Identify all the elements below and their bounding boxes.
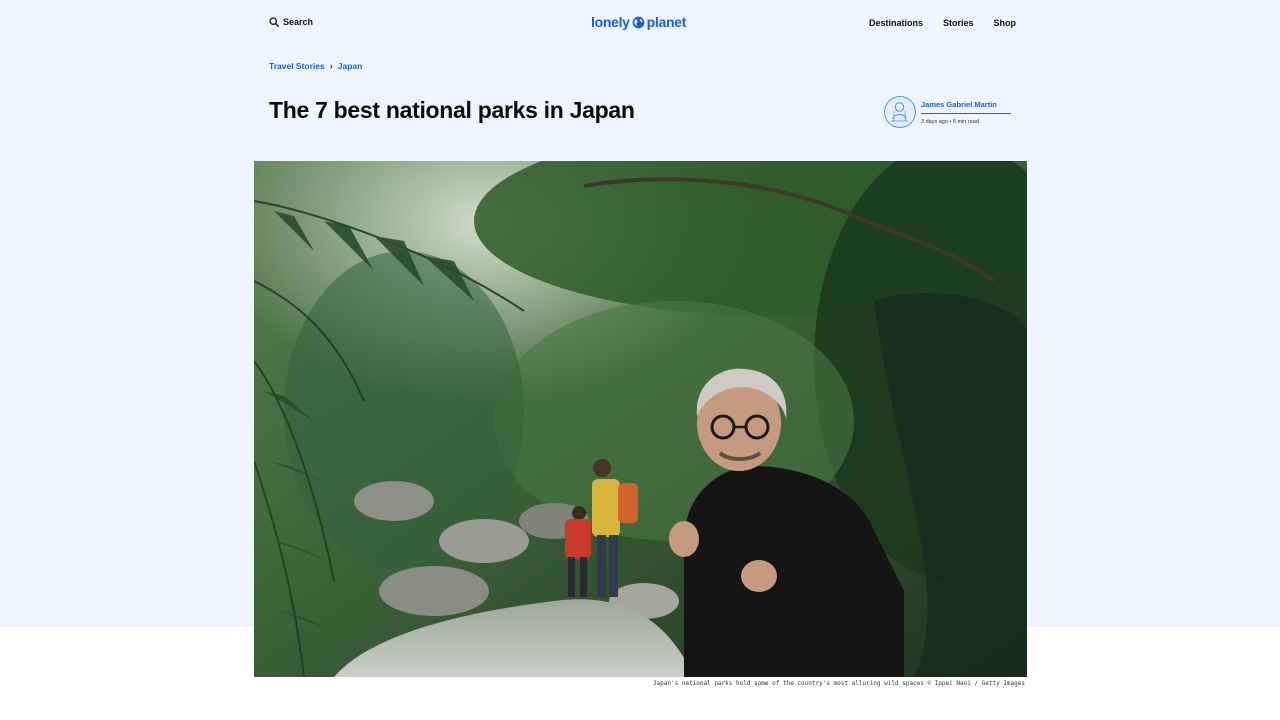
author-block: James Gabriel Martin 3 days ago • 6 min … <box>884 96 1014 130</box>
search-label: Search <box>283 17 314 27</box>
top-navigation: Search lonely planet Destinations Storie… <box>0 0 1280 48</box>
globe-icon <box>632 16 645 28</box>
site-logo[interactable]: lonely planet <box>591 14 686 30</box>
avatar-illustration <box>885 97 914 126</box>
nav-shop[interactable]: Shop <box>994 18 1017 28</box>
author-underline <box>921 113 1011 114</box>
logo-text-left: lonely <box>591 14 630 30</box>
search-icon <box>269 17 279 27</box>
breadcrumb-travel-stories[interactable]: Travel Stories <box>269 61 325 71</box>
main-nav: Destinations Stories Shop <box>869 18 1016 28</box>
breadcrumb-japan[interactable]: Japan <box>338 61 363 71</box>
page: Search lonely planet Destinations Storie… <box>0 0 1280 720</box>
breadcrumb-separator: › <box>329 61 333 71</box>
author-avatar[interactable] <box>884 96 916 128</box>
nav-destinations[interactable]: Destinations <box>869 18 923 28</box>
logo-text-right: planet <box>646 14 687 30</box>
nav-stories[interactable]: Stories <box>943 18 974 28</box>
hero-image <box>254 161 1027 677</box>
author-name[interactable]: James Gabriel Martin <box>921 100 997 109</box>
hero-photo-illustration <box>254 161 1027 677</box>
article-title: The 7 best national parks in Japan <box>269 97 635 123</box>
hero-caption: Japan's national parks hold some of the … <box>652 680 1025 687</box>
article-meta: 3 days ago • 6 min read <box>921 119 979 125</box>
search-button[interactable]: Search <box>269 17 313 27</box>
breadcrumb: Travel Stories › Japan <box>269 61 362 71</box>
